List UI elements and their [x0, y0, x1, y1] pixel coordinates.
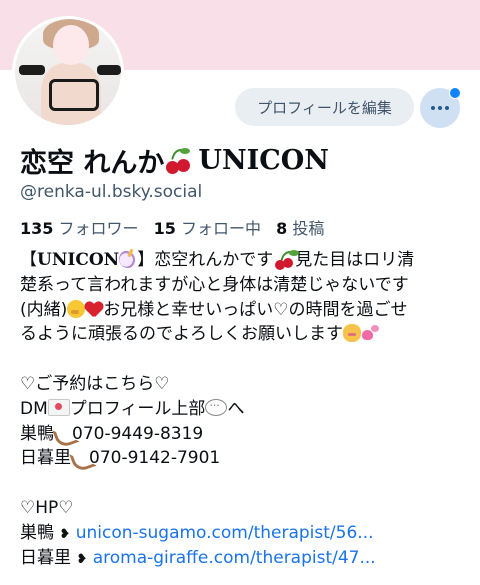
display-name: 恋空 れんか UNICON — [20, 141, 329, 180]
bio-line-11: 日暮里 ❥ aroma-giraffe.com/therapist/47... — [20, 547, 376, 568]
kissing-cat-icon — [343, 324, 361, 343]
cherry-icon — [273, 248, 300, 270]
edit-profile-button[interactable]: プロフィールを編集 — [235, 88, 414, 126]
posts-stat: 8 投稿 — [276, 219, 325, 238]
telephone-receiver-icon — [71, 448, 89, 466]
following-stat[interactable]: 15 フォロー中 — [154, 219, 261, 238]
bio-line-4: るように頑張るのでよろしくお願いします — [20, 322, 465, 347]
followers-stat[interactable]: 135 フォロワー — [20, 219, 139, 238]
speech-bubble-icon — [205, 394, 228, 419]
notification-dot — [449, 87, 461, 99]
love-letter-icon — [47, 398, 70, 416]
bio-line-3: (内緒) お兄様と幸せいっぱい♡の時間を過ごせ — [20, 299, 408, 320]
red-heart-icon — [85, 302, 103, 318]
avatar[interactable] — [12, 16, 124, 128]
two-hearts-icon — [361, 324, 381, 342]
bio-line-7: 巣鴨 070-9449-8319 — [20, 423, 204, 444]
bio-line-5: ♡ご予約はこちら♡ — [20, 373, 170, 394]
bio-line-8: 日暮里 070-9142-7901 — [20, 448, 221, 469]
bullet-icon: ❥ — [76, 551, 88, 567]
bio-line-9: ♡HP♡ — [20, 497, 74, 518]
display-name-suffix: UNICON — [198, 145, 329, 176]
bio-line-10: 巣鴨 ❥ unicon-sugamo.com/therapist/56... — [20, 522, 374, 543]
sugamo-link[interactable]: unicon-sugamo.com/therapist/56... — [76, 523, 374, 543]
bio-line-2: 楚系って言われますが心と身体は清楚じゃないです — [20, 274, 409, 295]
nippori-link[interactable]: aroma-giraffe.com/therapist/47... — [93, 548, 376, 568]
user-handle: @renka-ul.bsky.social — [20, 182, 203, 202]
unicorn-icon — [119, 250, 138, 268]
bio-line-6: DMプロフィール上部へ — [20, 394, 465, 422]
profile-bio: 【UNICON 】恋空れんかです 見た目はロリ清 楚系って言われますが心と身体は清楚… — [20, 248, 465, 570]
profile-stats: 135 フォロワー 15 フォロー中 8 投稿 — [20, 215, 324, 239]
shushing-face-icon — [67, 299, 86, 318]
bullet-icon: ❥ — [59, 526, 71, 542]
ellipsis-icon — [431, 106, 449, 110]
display-name-text: 恋空 れんか — [20, 148, 165, 179]
telephone-receiver-icon — [54, 424, 72, 442]
cherry-icon — [164, 145, 192, 174]
avatar-image — [15, 19, 121, 125]
bio-line-1: 【UNICON 】恋空れんかです 見た目はロリ清 — [20, 248, 415, 270]
